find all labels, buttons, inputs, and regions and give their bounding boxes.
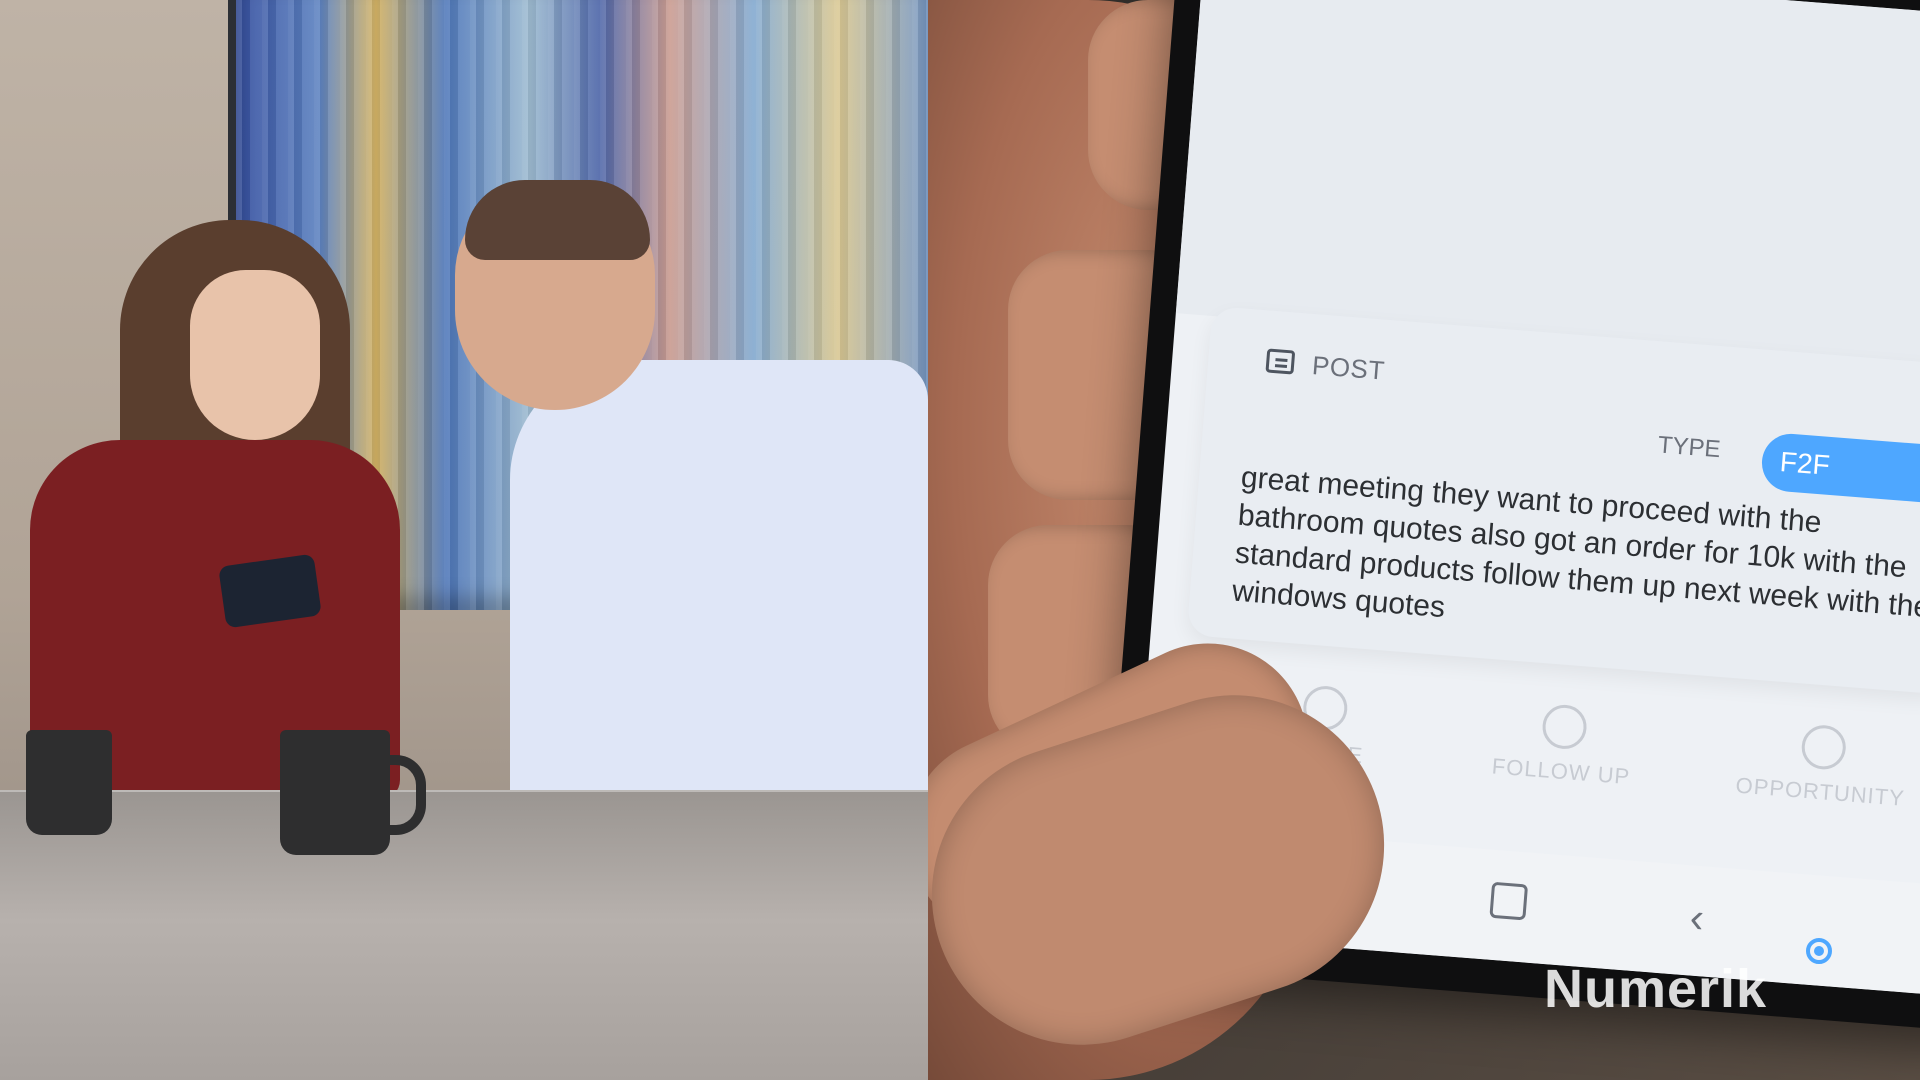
man-shirt (510, 360, 928, 810)
office-scene (0, 0, 928, 1080)
woman-face (190, 270, 320, 440)
coffee-cup (26, 730, 112, 835)
back-icon[interactable]: ‹ (1688, 893, 1706, 942)
phone-closeup: POST TYPE F2F ▾ great meeting they want … (928, 0, 1920, 1080)
follow-up-label: FOLLOW UP (1490, 753, 1632, 790)
brand-name: Numerik (1544, 959, 1768, 1019)
meeting-table (0, 790, 928, 1080)
type-value: F2F (1778, 446, 1831, 481)
post-card: POST TYPE F2F ▾ great meeting they want … (1186, 306, 1920, 695)
home-icon[interactable] (1489, 881, 1529, 921)
follow-up-action[interactable]: FOLLOW UP (1436, 696, 1686, 854)
brand-mark-icon (1806, 938, 1832, 964)
type-label: TYPE (1656, 431, 1722, 464)
type-dropdown[interactable]: F2F ▾ (1759, 431, 1920, 506)
follow-up-icon (1540, 703, 1589, 751)
coffee-mug (280, 730, 426, 855)
brand-logo: Numerik (1544, 938, 1874, 1050)
man-hair (465, 180, 650, 260)
opportunity-icon (1800, 723, 1848, 771)
handheld-phone (218, 553, 322, 629)
opportunity-label: OPPORTUNITY (1734, 772, 1906, 811)
message-icon (1265, 348, 1296, 375)
opportunity-action[interactable]: OPPORTUNITY (1695, 716, 1920, 874)
post-label: POST (1310, 350, 1386, 386)
split-scene: POST TYPE F2F ▾ great meeting they want … (0, 0, 1920, 1080)
